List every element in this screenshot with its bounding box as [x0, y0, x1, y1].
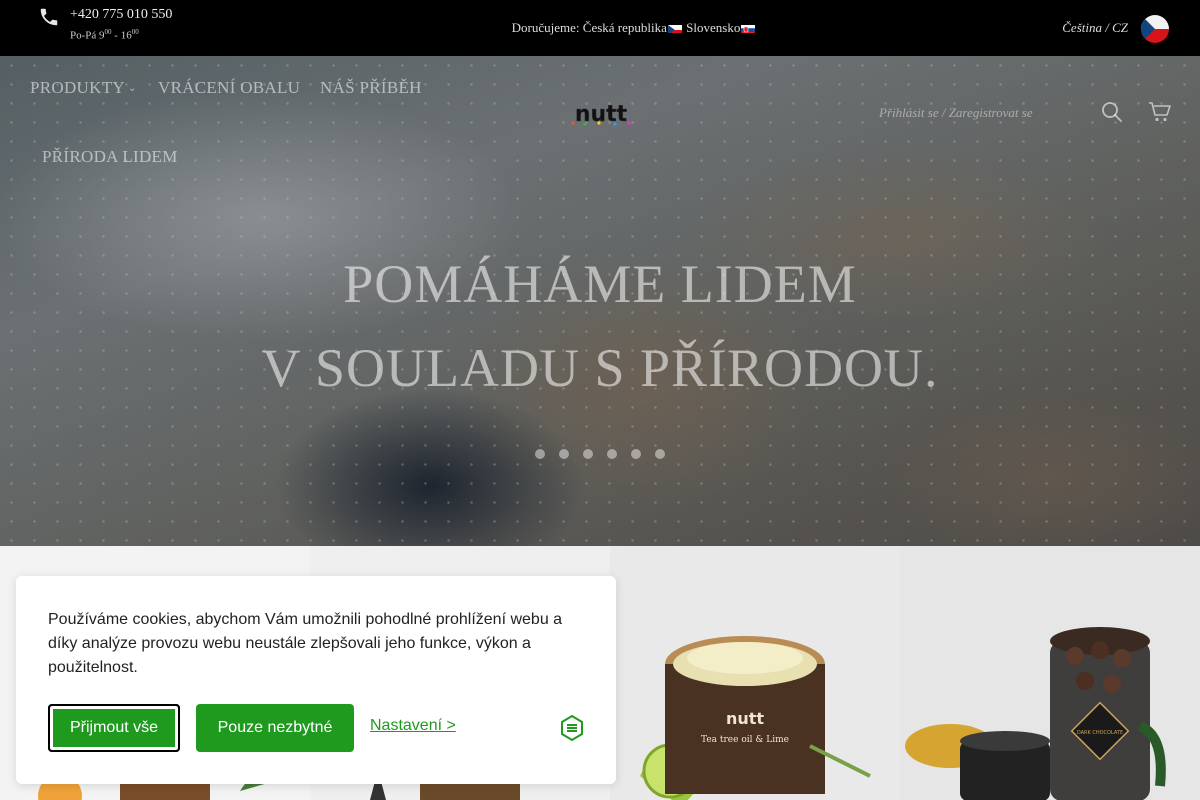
language-selector[interactable]: Čeština / CZ	[1062, 20, 1128, 36]
cookie-banner: Používáme cookies, abychom Vám umožnili …	[16, 576, 616, 784]
slider-dots	[535, 449, 665, 459]
nav-item-nature-to-people[interactable]: PŘÍRODA LIDEM	[42, 147, 178, 167]
login-register-link[interactable]: Přihlásit se / Zaregistrovat se	[879, 105, 1033, 121]
cart-icon[interactable]	[1148, 101, 1172, 123]
top-bar: +420 775 010 550 Po-Pá 900 - 1600 Doruču…	[0, 0, 1200, 56]
svg-text:nutt: nutt	[575, 102, 628, 127]
accept-all-button[interactable]: Přijmout vše	[48, 704, 180, 752]
cz-flag-icon	[667, 23, 682, 33]
chevron-down-icon: ⌄	[127, 83, 137, 94]
svg-text:DARK CHOCOLATE: DARK CHOCOLATE	[1077, 730, 1123, 736]
logo[interactable]: nutt	[565, 101, 637, 127]
search-icon[interactable]	[1101, 101, 1123, 123]
sk-flag-icon	[741, 23, 756, 33]
nav-item-our-story[interactable]: NÁŠ PŘÍBĚH	[320, 78, 422, 98]
cz-flag-icon[interactable]	[1141, 15, 1169, 43]
product-image[interactable]: DARK CHOCOLATE	[900, 546, 1200, 800]
slider-dot[interactable]	[655, 449, 665, 459]
cookie-settings-link[interactable]: Nastavení >	[370, 717, 456, 735]
slider-dot[interactable]	[607, 449, 617, 459]
delivery-label: Doručujeme: Česká republika	[511, 20, 667, 35]
slider-dot[interactable]	[559, 449, 569, 459]
only-necessary-button[interactable]: Pouze nezbytné	[196, 704, 354, 752]
slider-dot[interactable]	[631, 449, 641, 459]
shield-icon	[561, 714, 583, 742]
product-image[interactable]: nutt Tea tree oil & Lime	[610, 546, 900, 800]
svg-text:Tea tree oil & Lime: Tea tree oil & Lime	[701, 735, 789, 745]
hero-headline-line2: V SOULADU S PŘÍRODOU.	[261, 338, 939, 398]
nav-item-packaging-return[interactable]: VRÁCENÍ OBALU	[158, 78, 300, 98]
delivery-info: Doručujeme: Česká republika Slovensko	[0, 20, 1200, 36]
nav-item-products[interactable]: PRODUKTY ⌄	[30, 78, 137, 98]
hero-headline-line1: POMÁHÁME LIDEM	[343, 254, 857, 314]
svg-text:nutt: nutt	[726, 709, 764, 728]
delivery-sk: Slovensko	[686, 20, 741, 35]
cookie-text: Používáme cookies, abychom Vám umožnili …	[48, 611, 563, 676]
slider-dot[interactable]	[535, 449, 545, 459]
slider-dot[interactable]	[583, 449, 593, 459]
